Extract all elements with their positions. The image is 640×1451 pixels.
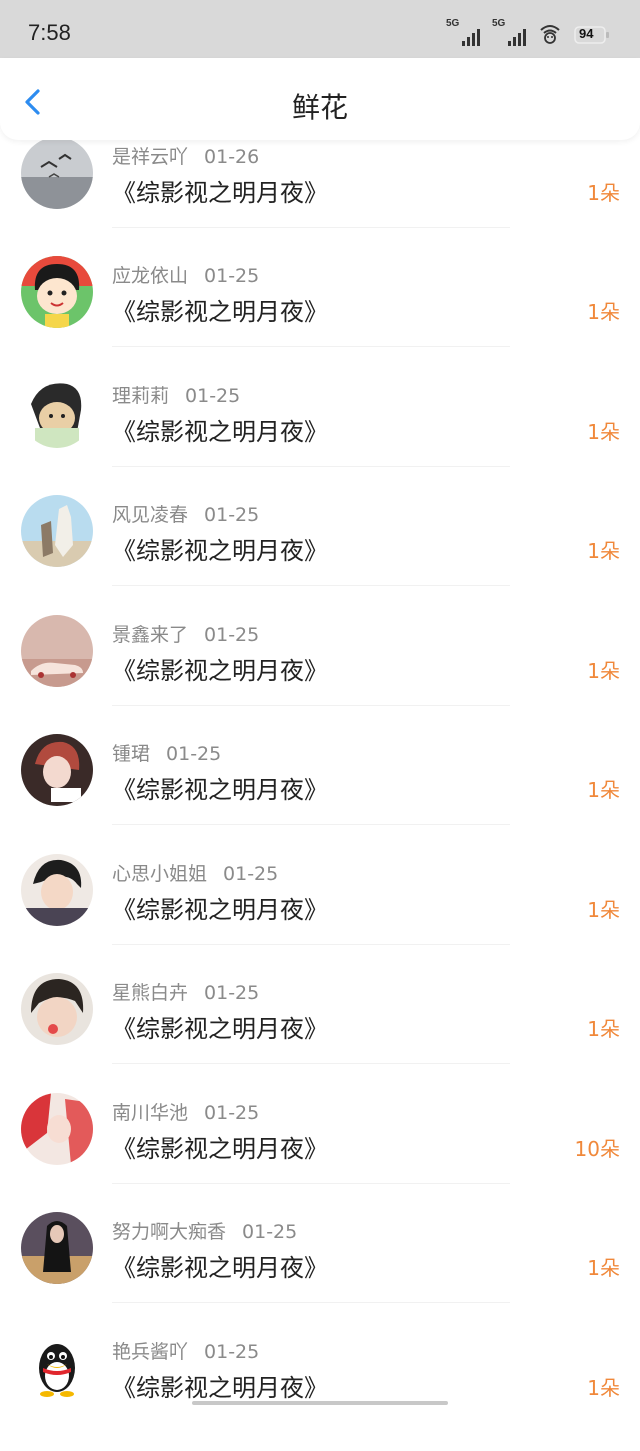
flower-count: 1朵 xyxy=(587,181,620,205)
book-title: 《综影视之明月夜》 xyxy=(112,537,328,565)
user-name: 心思小姐姐 xyxy=(112,863,208,885)
user-name: 景鑫来了 xyxy=(112,624,189,646)
flower-count: 1朵 xyxy=(587,420,620,444)
avatar[interactable] xyxy=(21,376,93,448)
avatar[interactable] xyxy=(21,615,93,687)
avatar[interactable] xyxy=(21,495,93,567)
page-title: 鲜花 xyxy=(291,91,348,124)
list-item[interactable]: 应龙依山 01-25 《综影视之明月夜》 1朵 xyxy=(0,256,640,375)
home-indicator[interactable] xyxy=(192,1401,448,1405)
cellular-signal-icon: 5G xyxy=(446,18,480,46)
flower-count: 1朵 xyxy=(587,1017,620,1041)
book-title: 《综影视之明月夜》 xyxy=(112,418,328,446)
avatar[interactable] xyxy=(21,1093,93,1165)
wifi-icon xyxy=(540,25,560,44)
date: 01-25 xyxy=(204,1341,260,1363)
date: 01-25 xyxy=(204,265,260,287)
divider xyxy=(112,227,510,228)
battery-icon: 94 xyxy=(574,24,610,46)
user-name: 是祥云吖 xyxy=(112,146,189,168)
list-item[interactable]: 景鑫来了 01-25 《综影视之明月夜》 1朵 xyxy=(0,615,640,734)
book-title: 《综影视之明月夜》 xyxy=(112,1254,328,1282)
divider xyxy=(112,585,510,586)
nav-bar: 鲜花 xyxy=(0,58,640,140)
date: 01-25 xyxy=(204,624,260,646)
list-item[interactable]: 是祥云吖 01-26 《综影视之明月夜》 1朵 xyxy=(0,137,640,256)
book-title: 《综影视之明月夜》 xyxy=(112,896,328,924)
flower-count: 1朵 xyxy=(587,300,620,324)
flower-count: 1朵 xyxy=(587,659,620,683)
divider xyxy=(112,944,510,945)
list-item[interactable]: 努力啊大痴香 01-25 《综影视之明月夜》 1朵 xyxy=(0,1212,640,1331)
flower-count: 10朵 xyxy=(574,1137,620,1161)
avatar[interactable] xyxy=(21,973,93,1045)
user-name: 星熊白卉 xyxy=(112,982,189,1004)
date: 01-25 xyxy=(204,504,260,526)
avatar[interactable] xyxy=(21,256,93,328)
list-item[interactable]: 心思小姐姐 01-25 《综影视之明月夜》 1朵 xyxy=(0,854,640,973)
avatar[interactable] xyxy=(21,734,93,806)
cellular-signal-icon-2: 5G xyxy=(492,18,526,46)
flower-count: 1朵 xyxy=(587,1376,620,1400)
date: 01-25 xyxy=(204,1102,260,1124)
list-item[interactable]: 星熊白卉 01-25 《综影视之明月夜》 1朵 xyxy=(0,973,640,1092)
avatar[interactable] xyxy=(21,1332,93,1404)
book-title: 《综影视之明月夜》 xyxy=(112,298,328,326)
status-bar: 7:58 5G 5G 94 xyxy=(0,0,640,58)
date: 01-25 xyxy=(204,982,260,1004)
avatar[interactable] xyxy=(21,137,93,209)
list-item[interactable]: 理莉莉 01-25 《综影视之明月夜》 1朵 xyxy=(0,376,640,495)
user-name: 应龙依山 xyxy=(112,265,189,287)
divider xyxy=(112,1063,510,1064)
divider xyxy=(112,1302,510,1303)
flower-count: 1朵 xyxy=(587,539,620,563)
book-title: 《综影视之明月夜》 xyxy=(112,776,328,804)
status-time: 7:58 xyxy=(28,20,71,45)
flower-count: 1朵 xyxy=(587,1256,620,1280)
divider xyxy=(112,466,510,467)
user-name: 努力啊大痴香 xyxy=(112,1221,227,1243)
book-title: 《综影视之明月夜》 xyxy=(112,657,328,685)
status-icons: 5G 5G 94 xyxy=(446,18,610,46)
list-item[interactable]: 锺珺 01-25 《综影视之明月夜》 1朵 xyxy=(0,734,640,853)
book-title: 《综影视之明月夜》 xyxy=(112,1374,328,1402)
flower-count: 1朵 xyxy=(587,778,620,802)
date: 01-25 xyxy=(185,385,241,407)
avatar[interactable] xyxy=(21,1212,93,1284)
user-name: 风见凌春 xyxy=(112,504,189,526)
date: 01-25 xyxy=(166,743,222,765)
book-title: 《综影视之明月夜》 xyxy=(112,179,328,207)
avatar[interactable] xyxy=(21,854,93,926)
list-item[interactable]: 风见凌春 01-25 《综影视之明月夜》 1朵 xyxy=(0,495,640,614)
book-title: 《综影视之明月夜》 xyxy=(112,1015,328,1043)
user-name: 南川华池 xyxy=(112,1102,189,1124)
battery-level: 94 xyxy=(579,26,594,41)
user-name: 艳兵酱吖 xyxy=(112,1341,189,1363)
list-item[interactable]: 南川华池 01-25 《综影视之明月夜》 10朵 xyxy=(0,1093,640,1212)
divider xyxy=(112,824,510,825)
divider xyxy=(112,705,510,706)
user-name: 锺珺 xyxy=(112,743,151,765)
date: 01-25 xyxy=(242,1221,298,1243)
divider xyxy=(112,1183,510,1184)
user-name: 理莉莉 xyxy=(112,385,170,407)
date: 01-25 xyxy=(223,863,279,885)
list-item[interactable]: 艳兵酱吖 01-25 《综影视之明月夜》 1朵 xyxy=(0,1332,640,1451)
divider xyxy=(112,346,510,347)
flower-count: 1朵 xyxy=(587,898,620,922)
book-title: 《综影视之明月夜》 xyxy=(112,1135,328,1163)
date: 01-26 xyxy=(204,146,260,168)
